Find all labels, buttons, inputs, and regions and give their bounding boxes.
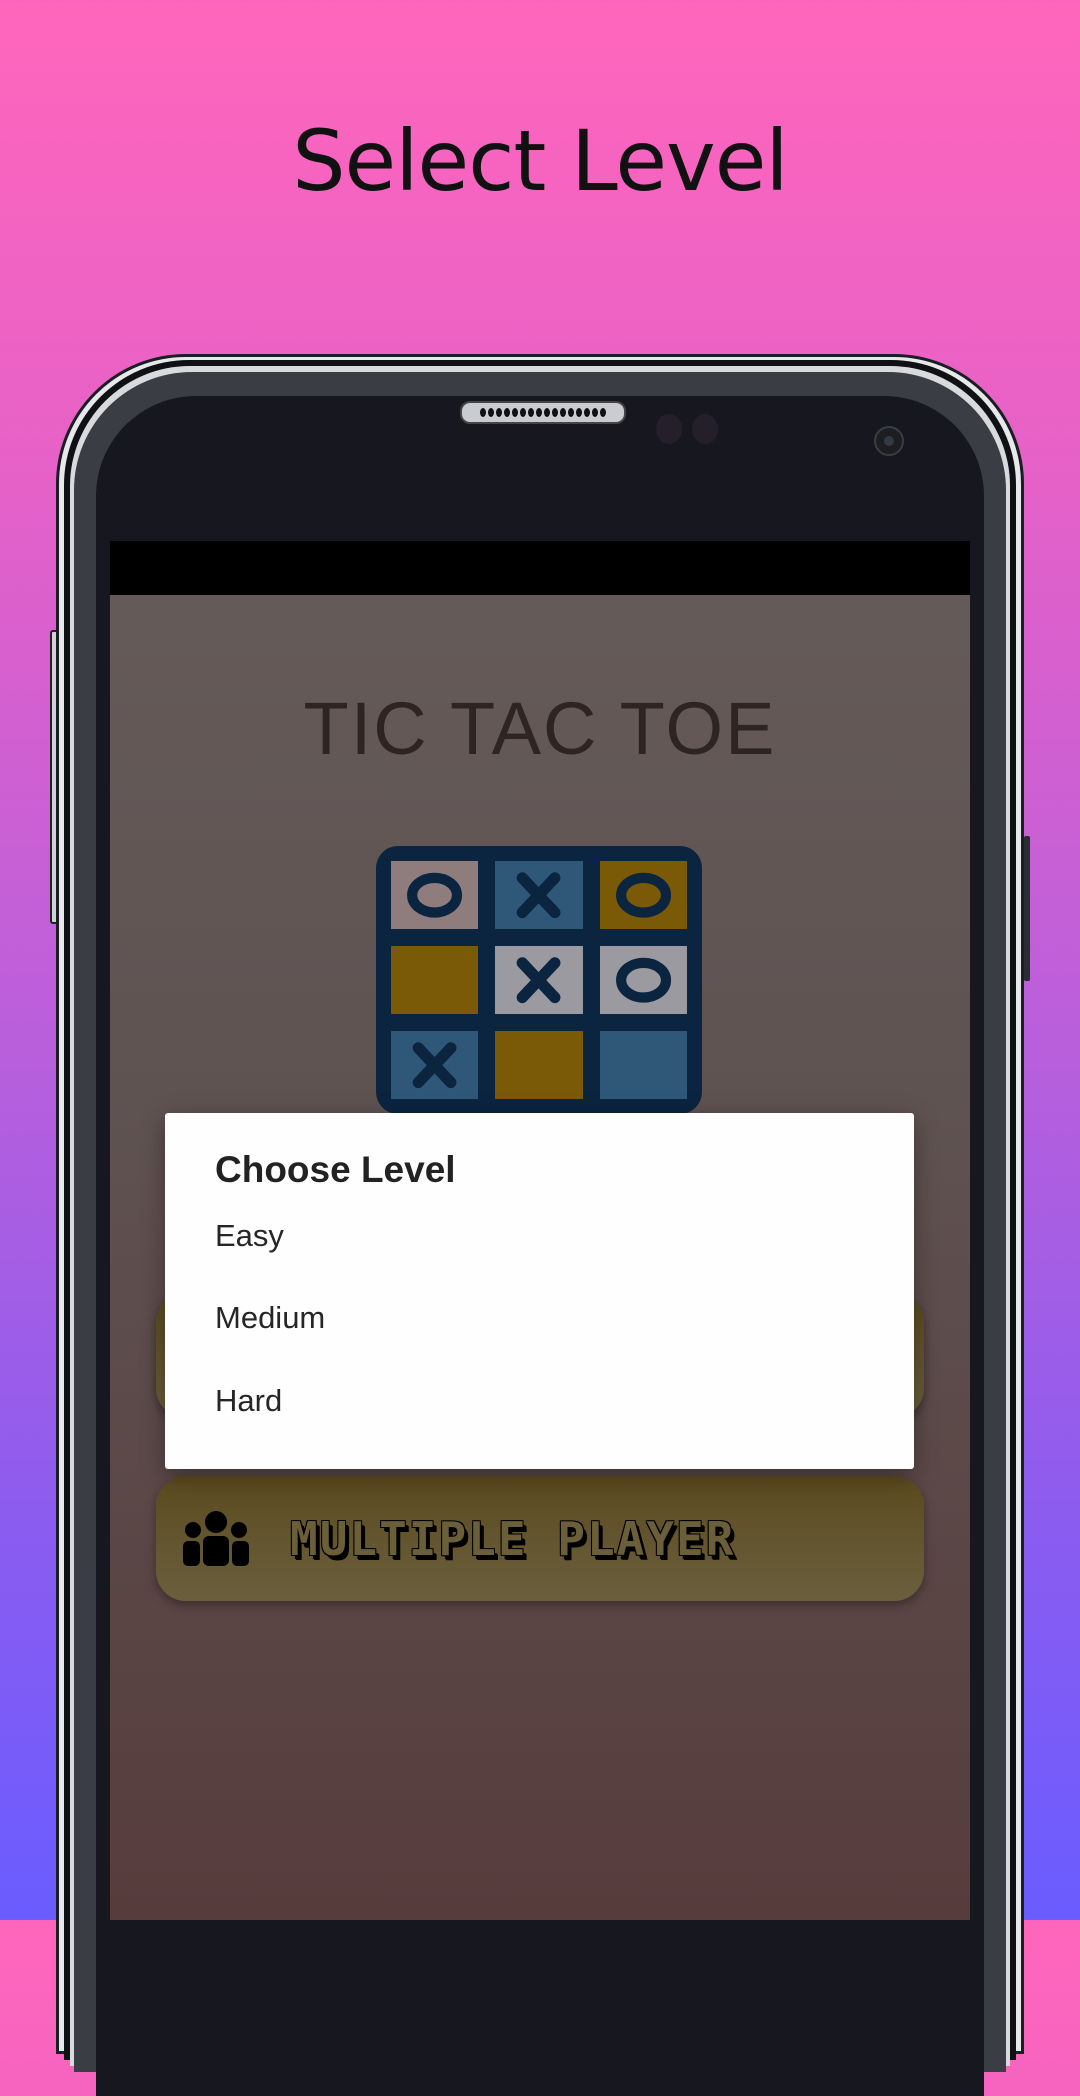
x-mark-icon [517,957,561,1003]
multiple-player-button[interactable]: MULTIPLE PLAYER [156,1476,924,1601]
front-camera-icon [874,426,904,456]
dialog-title: Choose Level [215,1149,456,1190]
level-option-label: Easy [215,1218,284,1253]
level-option-label: Hard [215,1383,283,1418]
x-mark-icon [517,872,561,918]
level-option-hard[interactable]: Hard [165,1360,914,1442]
board-cell [391,861,479,929]
level-option-easy[interactable]: Easy [165,1195,914,1277]
phone-speaker-grille [460,401,626,424]
board-cell [495,1031,583,1099]
app-screen: TIC TAC TOE MULTIPLE PLAYER Choose Level… [110,541,970,1920]
level-option-medium[interactable]: Medium [165,1277,914,1359]
o-mark-icon [615,872,671,918]
multiple-player-label: MULTIPLE PLAYER [290,1511,736,1566]
app-title: TIC TAC TOE [303,687,777,770]
level-option-label: Medium [215,1300,326,1335]
proximity-sensor [656,414,682,444]
group-icon [183,1510,249,1566]
phone-power-button [1024,836,1030,981]
board-cell [599,861,687,929]
status-bar [110,541,970,595]
board-cell [495,861,583,929]
board-cell [391,946,479,1014]
board-cell [495,946,583,1014]
light-sensor [692,414,718,444]
o-mark-icon [407,872,463,918]
promo-title: Select Level [292,112,789,210]
o-mark-icon [615,957,671,1003]
choose-level-dialog: Choose Level Easy Medium Hard [165,1113,914,1469]
tic-tac-toe-logo [376,846,702,1114]
board-cell [599,1031,687,1099]
board-cell [599,946,687,1014]
x-mark-icon [412,1042,457,1088]
board-cell [391,1031,479,1099]
